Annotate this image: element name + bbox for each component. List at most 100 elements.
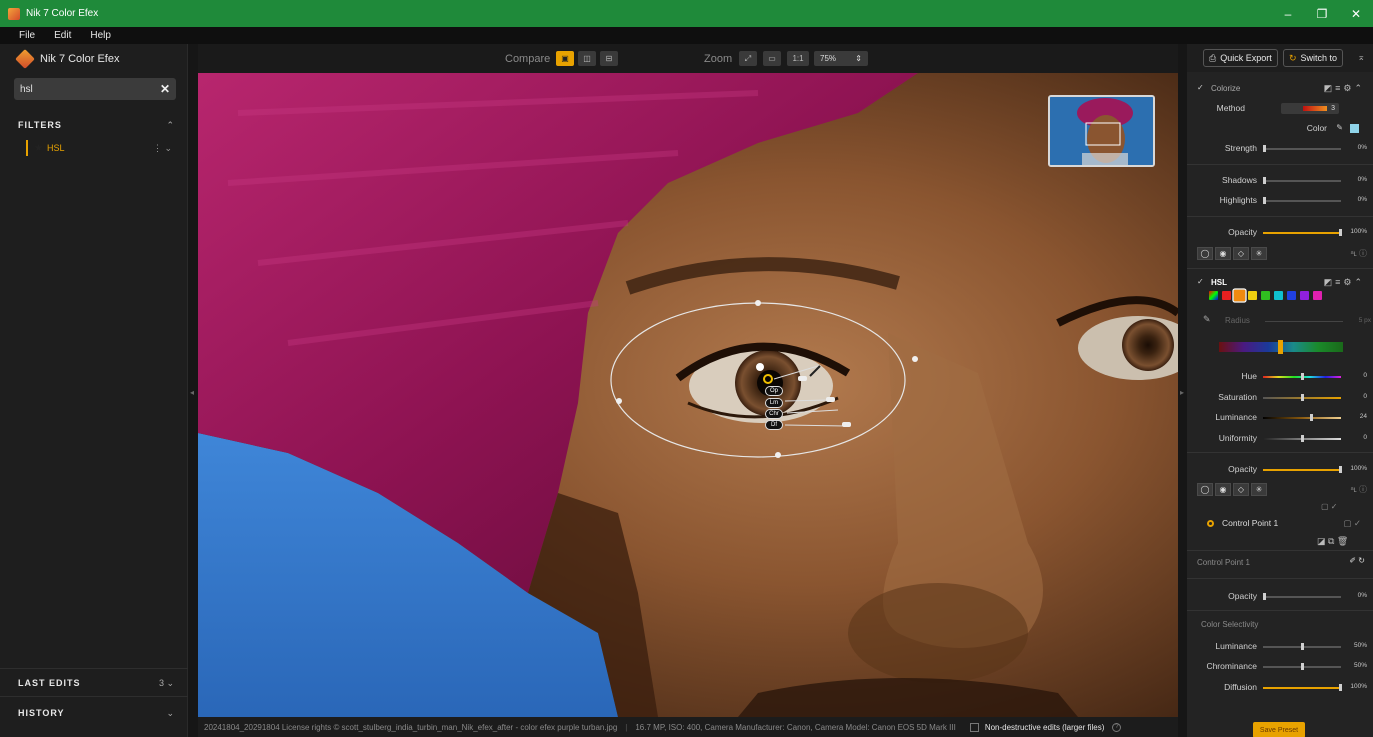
mask-options-icon[interactable]: ᵃʟ ⓘ (1351, 248, 1367, 259)
slider-knob[interactable] (1310, 414, 1313, 421)
slider-knob[interactable] (1263, 593, 1266, 600)
yellow-swatch[interactable] (1248, 291, 1257, 300)
mask-options-icon[interactable]: ᵃʟ ⓘ (1351, 484, 1367, 495)
cyan-swatch[interactable] (1274, 291, 1283, 300)
filter-header-icons[interactable]: ◩≡⚙⌃ (1324, 83, 1365, 94)
slider-knob[interactable] (1263, 145, 1266, 152)
slider-knob[interactable] (1301, 663, 1304, 670)
lasso-icon[interactable]: ◇ (1233, 482, 1249, 496)
colorize-opacity-slider[interactable] (1263, 229, 1342, 236)
luminance-slider[interactable] (1263, 414, 1341, 421)
red-swatch[interactable] (1222, 291, 1231, 300)
magenta-swatch[interactable] (1313, 291, 1322, 300)
filter-item-hsl[interactable]: ★ HSL ⋮ ⌄ (26, 140, 176, 156)
slider-knob[interactable] (1263, 177, 1266, 184)
switch-to-button[interactable]: ↻ Switch to (1283, 49, 1344, 67)
brush-icon[interactable]: ◉ (1215, 246, 1231, 260)
strength-slider[interactable] (1263, 145, 1341, 152)
eyedropper-icon[interactable]: ✎ (1336, 123, 1343, 132)
save-preset-button[interactable]: Save Preset (1253, 722, 1305, 737)
hsl-opacity-slider[interactable] (1263, 466, 1342, 473)
menu-edit[interactable]: Edit (54, 30, 71, 41)
control-point-icon[interactable]: ◯ (1197, 246, 1213, 260)
saturation-slider[interactable] (1263, 394, 1341, 401)
close-button[interactable]: ✕ (1339, 0, 1373, 27)
cp-chrominance-slider[interactable] (1263, 663, 1341, 670)
non-destructive-checkbox[interactable] (969, 722, 979, 732)
control-point-list-item[interactable]: Control Point 1 ▢ ✓ (1207, 514, 1373, 532)
control-point-chrominance-label[interactable]: Chr (765, 409, 783, 419)
search-input[interactable] (20, 83, 160, 95)
collapse-right-icon[interactable]: ▸ (1180, 388, 1184, 397)
cp-luminance-slider[interactable] (1263, 643, 1341, 650)
control-point-tools-icons[interactable]: ◪ ⧉ 🗑 (1317, 536, 1348, 547)
highlights-slider[interactable] (1263, 197, 1341, 204)
clear-search-icon[interactable]: ✕ (160, 82, 170, 96)
chevron-down-icon[interactable]: ⌄ (166, 708, 174, 719)
hsl-enable-checkbox[interactable]: ✓ (1197, 278, 1205, 286)
filter-header-icons[interactable]: ◩≡⚙⌃ (1324, 277, 1365, 288)
purple-swatch[interactable] (1300, 291, 1309, 300)
filters-section-header[interactable]: FILTERS ⌃ (0, 114, 188, 136)
filter-options-icon[interactable]: ⋮ ⌄ (153, 143, 172, 154)
slider-knob[interactable] (1339, 229, 1342, 236)
method-select[interactable]: 3 (1281, 103, 1339, 114)
collapse-left-icon[interactable]: ◂ (190, 388, 194, 397)
minimize-button[interactable]: – (1271, 0, 1305, 27)
slider-knob[interactable] (1301, 643, 1304, 650)
history-section-header[interactable]: HISTORY ⌄ (0, 702, 188, 724)
compare-vertical-icon[interactable]: ⊟ (600, 51, 618, 66)
colorize-header[interactable]: ✓ Colorize ◩≡⚙⌃ (1197, 80, 1365, 96)
orange-swatch[interactable] (1232, 288, 1247, 303)
hue-slider[interactable] (1263, 373, 1341, 380)
brush-icon[interactable]: ◉ (1215, 482, 1231, 496)
control-point-icon[interactable]: ◯ (1197, 482, 1213, 496)
quick-export-button[interactable]: ⎙ Quick Export (1203, 49, 1278, 67)
colorize-enable-checkbox[interactable]: ✓ (1197, 84, 1205, 92)
cp-diffusion-slider[interactable] (1263, 684, 1342, 691)
zoom-one-to-one-button[interactable]: 1:1 (787, 51, 809, 66)
zoom-fit-icon[interactable]: ⤢ (739, 51, 757, 66)
slider-knob[interactable] (1301, 435, 1304, 442)
control-point-diffusion-label[interactable]: Df (765, 420, 783, 430)
slider-knob[interactable] (1339, 684, 1342, 691)
blue-swatch[interactable] (1287, 291, 1296, 300)
hue-range-handle[interactable] (1278, 340, 1283, 354)
star-icon[interactable]: ★ (34, 143, 43, 154)
mask-toggle-icons[interactable]: ▢ ✓ (1321, 502, 1337, 511)
eyedropper-icon[interactable]: ✎ (1203, 314, 1211, 325)
shadows-slider[interactable] (1263, 177, 1341, 184)
cp-opacity-slider[interactable] (1263, 593, 1341, 600)
control-point-actions-icon[interactable]: ▢ ✓ (1343, 518, 1361, 529)
green-swatch[interactable] (1261, 291, 1270, 300)
slider-knob[interactable] (1301, 394, 1304, 401)
zoom-fill-icon[interactable]: ▭ (763, 51, 781, 66)
compare-side-icon[interactable]: ▣ (556, 51, 574, 66)
reset-icon[interactable]: ✐ ↻ (1349, 556, 1365, 565)
control-point-luminance-label[interactable]: Lm (765, 398, 783, 408)
magic-wand-icon[interactable]: ✳ (1251, 246, 1267, 260)
menu-file[interactable]: File (19, 30, 35, 41)
collapse-panel-icon[interactable]: ⌅ (1357, 52, 1365, 63)
uniformity-slider[interactable] (1263, 435, 1341, 442)
slider-knob[interactable] (1339, 466, 1342, 473)
help-icon[interactable]: ? (1112, 722, 1122, 732)
last-edits-section-header[interactable]: LAST EDITS 3 ⌄ (0, 672, 188, 694)
zoom-select[interactable]: 75% ⇕ (814, 51, 868, 66)
image-canvas[interactable]: Op Lm Chr Df (198, 73, 1178, 717)
slider-knob[interactable] (1263, 197, 1266, 204)
menu-help[interactable]: Help (90, 30, 111, 41)
hue-range-spectrum[interactable] (1219, 340, 1343, 354)
maximize-button[interactable]: ❐ (1305, 0, 1339, 27)
all-colors-swatch[interactable] (1209, 291, 1218, 300)
color-swatch[interactable] (1350, 124, 1359, 133)
slider-knob[interactable] (1301, 373, 1304, 380)
radius-slider[interactable] (1265, 321, 1343, 322)
chevron-up-icon[interactable]: ⌃ (166, 120, 174, 131)
magic-wand-icon[interactable]: ✳ (1251, 482, 1267, 496)
navigator-thumbnail[interactable] (1048, 95, 1155, 167)
control-point-opacity-label[interactable]: Op (765, 386, 783, 396)
compare-split-icon[interactable]: ◫ (578, 51, 596, 66)
lasso-icon[interactable]: ◇ (1233, 246, 1249, 260)
hsl-header[interactable]: ✓ HSL ◩≡⚙⌃ (1197, 274, 1365, 290)
